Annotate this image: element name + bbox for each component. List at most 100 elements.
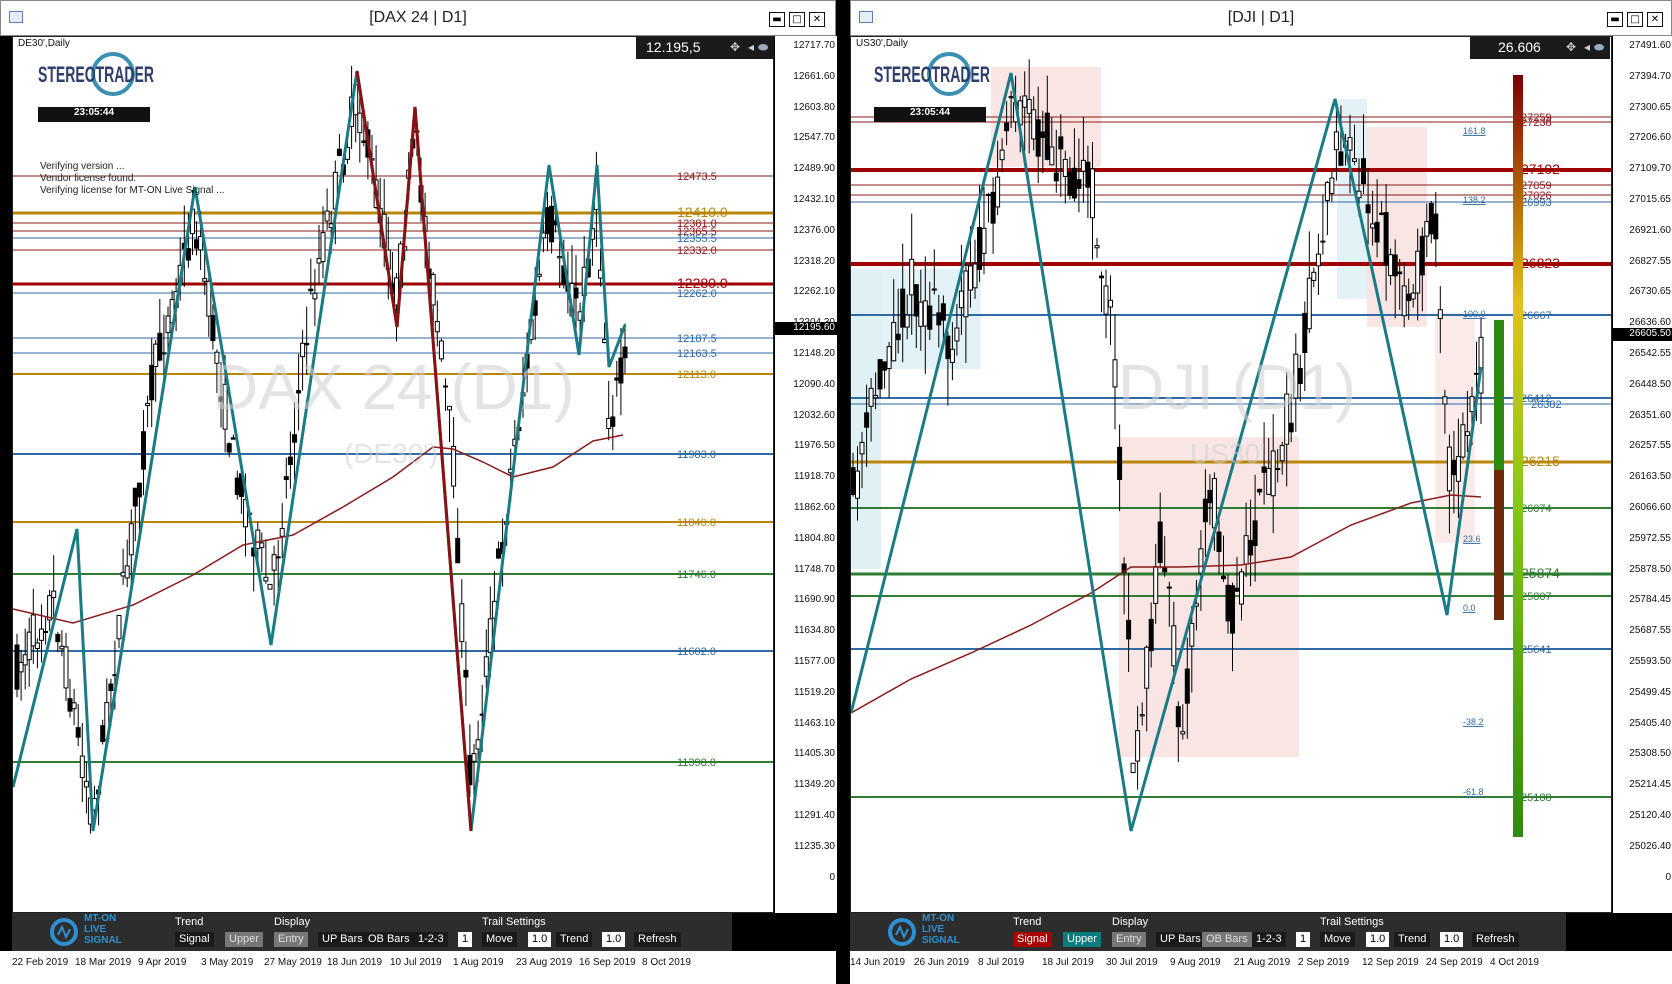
trend-upper-button[interactable]: Upper: [1063, 932, 1101, 947]
candle-body: [1126, 619, 1132, 640]
dji-watermark: DJI (D1): [1118, 351, 1357, 423]
price-axis-tick: 25878.50: [1629, 563, 1671, 575]
price-axis-tick: 11690.90: [794, 594, 835, 606]
toggle-icon[interactable]: ⬬: [758, 40, 768, 55]
display-one-value[interactable]: 1: [458, 932, 473, 947]
refresh-button[interactable]: Refresh: [634, 932, 681, 947]
trail-move-button[interactable]: Move: [482, 932, 517, 947]
dji-title-bar[interactable]: [DJI | D1] ▬ □ ✕: [850, 0, 1672, 36]
close-button[interactable]: ✕: [1647, 12, 1663, 27]
trail-move-value[interactable]: 1.0: [528, 932, 552, 947]
minimize-button[interactable]: ▬: [1607, 12, 1623, 27]
display-entry-button[interactable]: Entry: [1112, 932, 1146, 947]
date-tick: 22 Feb 2019: [12, 957, 69, 968]
candle-body: [18, 661, 24, 673]
candle-body: [922, 300, 928, 327]
maximize-button[interactable]: □: [1627, 12, 1643, 27]
dji-chart-area[interactable]: 27259 27238 27102 27059 27026 26993 26823 26667…: [850, 36, 1612, 913]
trail-move-button[interactable]: Move: [1320, 932, 1355, 947]
toggle-icon[interactable]: ⬬: [1594, 40, 1604, 55]
candle-body: [361, 140, 367, 143]
trail-trend-value[interactable]: 1.0: [602, 932, 626, 947]
dax-price-box[interactable]: 12.195,5 ✥ ◂ ⬬: [636, 37, 774, 59]
dax-chart-area[interactable]: 12473.5 12410.0 12381.0 12365.5 12355.5 12332…: [12, 36, 774, 913]
price-axis-tick: 11577.00: [794, 656, 835, 667]
crosshair-icon[interactable]: ✥: [730, 40, 740, 54]
level-label: 11398.0: [677, 757, 716, 769]
candle-body: [308, 288, 314, 292]
candle-body: [859, 441, 865, 455]
candle-body: [1090, 168, 1095, 219]
candle-body: [312, 292, 318, 300]
close-button[interactable]: ✕: [809, 12, 825, 27]
candle-body: [1415, 250, 1421, 294]
candle-body: [471, 753, 477, 762]
display-label: Display: [1112, 916, 1149, 928]
candle-body: [153, 343, 159, 367]
dji-price-box[interactable]: 26.606 ✥ ◂ ⬬: [1470, 37, 1610, 59]
candle-body: [1040, 131, 1046, 139]
candle-body: [1035, 119, 1041, 157]
dax-price-axis[interactable]: 12717.70 12661.60 12603.80 12547.70 12489.90…: [774, 36, 837, 913]
display-123-button[interactable]: 1-2-3: [1252, 932, 1286, 947]
candle-body: [931, 288, 937, 291]
arrow-left-icon[interactable]: ◂: [1584, 40, 1590, 54]
trend-upper-button[interactable]: Upper: [225, 932, 263, 947]
dji-price-axis[interactable]: 27491.60 27394.70 27300.65 27206.60 27109.70…: [1612, 36, 1672, 913]
level-label: 25641: [1521, 644, 1552, 656]
refresh-button[interactable]: Refresh: [1472, 932, 1519, 947]
minimize-button[interactable]: ▬: [769, 12, 785, 27]
crosshair-icon[interactable]: ✥: [1566, 40, 1576, 54]
candle-body: [283, 476, 289, 480]
arrow-left-icon[interactable]: ◂: [748, 40, 754, 54]
trend-signal-button[interactable]: Signal: [1013, 932, 1052, 947]
candle-body: [1207, 489, 1213, 504]
price-axis-tick: 11463.10: [794, 717, 835, 729]
candle-body: [873, 395, 879, 399]
level-label: 12113.0: [677, 369, 716, 381]
candle-body: [459, 603, 465, 643]
candle-body: [63, 646, 69, 689]
trail-move-value[interactable]: 1.0: [1366, 932, 1390, 947]
price-axis-tick: 0: [829, 871, 835, 883]
trend-signal-button[interactable]: Signal: [175, 932, 214, 947]
candle-body: [1388, 254, 1394, 276]
display-ob-bars-button[interactable]: OB Bars: [1202, 932, 1252, 947]
display-one-value[interactable]: 1: [1296, 932, 1311, 947]
price-axis-tick: 25405.40: [1629, 717, 1671, 729]
price-axis-tick: 26636.60: [1629, 317, 1671, 329]
trail-trend-button[interactable]: Trend: [556, 932, 593, 947]
candle-body: [945, 335, 951, 360]
dax-title-bar[interactable]: [DAX 24 | D1] ▬ □ ✕: [0, 0, 836, 36]
display-ob-bars-button[interactable]: OB Bars: [364, 932, 414, 947]
display-entry-button[interactable]: Entry: [274, 932, 308, 947]
candle-body: [1464, 431, 1470, 437]
display-up-bars-button[interactable]: UP Bars: [1156, 932, 1205, 947]
price-axis-tick: 11291.40: [794, 810, 835, 821]
candle-body: [1198, 548, 1204, 574]
candle-body: [47, 595, 53, 621]
display-up-bars-button[interactable]: UP Bars: [318, 932, 367, 947]
date-tick: 9 Aug 2019: [1170, 957, 1221, 968]
candle-body: [1270, 450, 1276, 497]
display-123-button[interactable]: 1-2-3: [414, 932, 448, 947]
candle-body: [606, 417, 612, 430]
candle-body: [83, 780, 89, 788]
price-axis-tick: 26921.60: [1629, 224, 1671, 236]
candle-body: [1239, 571, 1244, 605]
candle-body: [1324, 181, 1330, 201]
candle-body: [949, 348, 955, 363]
candle-body: [1252, 520, 1258, 547]
level-label: 25874: [1521, 565, 1560, 581]
dji-date-axis[interactable]: 14 Jun 2019 26 Jun 2019 8 Jul 2019 18 Jul 2…: [850, 951, 1672, 984]
level-label: 26382: [1531, 399, 1562, 411]
trail-trend-value[interactable]: 1.0: [1440, 932, 1464, 947]
candle-body: [357, 112, 363, 134]
candle-body: [43, 630, 49, 633]
trail-trend-button[interactable]: Trend: [1394, 932, 1431, 947]
candle-body: [545, 207, 550, 235]
candle-body: [1370, 223, 1376, 229]
dax-date-axis[interactable]: 22 Feb 2019 18 Mar 2019 9 Apr 2019 3 May 20…: [0, 951, 836, 984]
logo-text: STEREOTRADER: [38, 62, 154, 87]
maximize-button[interactable]: □: [789, 12, 805, 27]
